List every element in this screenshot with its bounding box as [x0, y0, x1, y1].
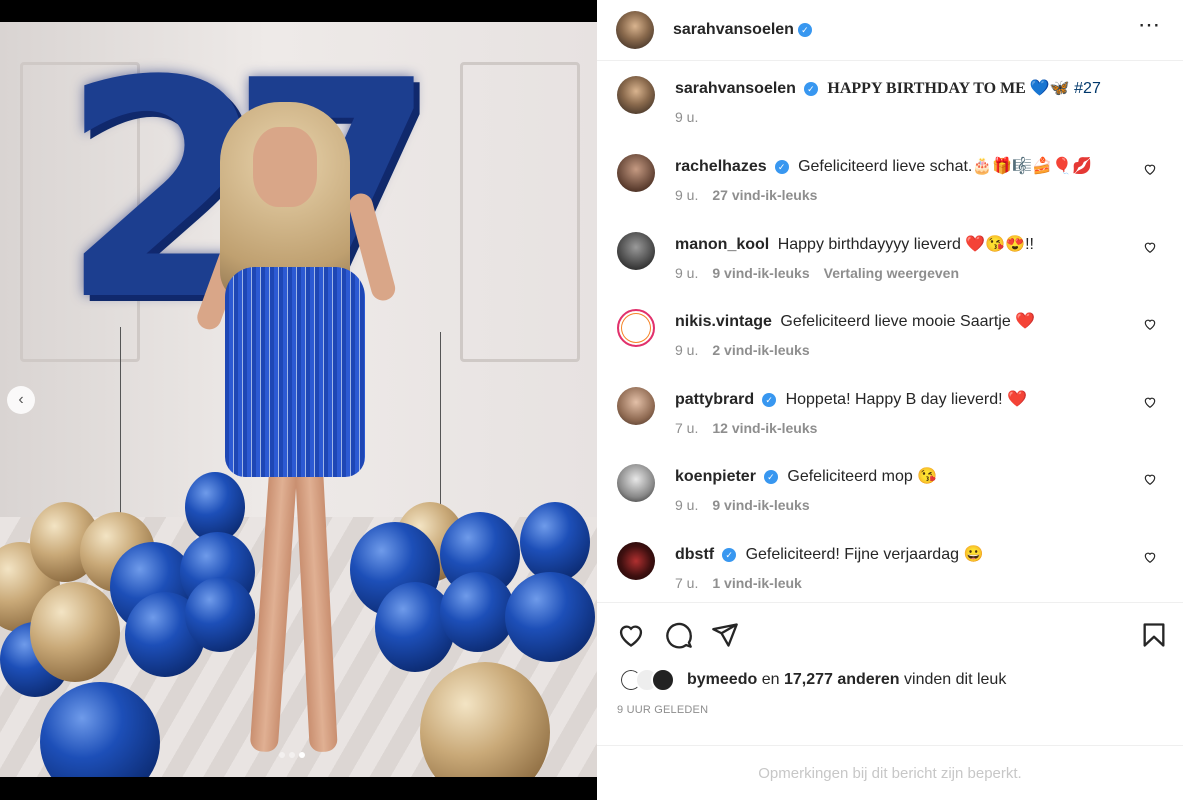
like-comment-heart-icon[interactable] [1143, 395, 1157, 409]
commenter-avatar[interactable] [617, 387, 655, 425]
photo-pane: 27 [0, 0, 597, 800]
verified-badge-icon: ✓ [762, 392, 777, 407]
balloon-string [120, 327, 121, 537]
commenter-username[interactable]: pattybrard [675, 391, 754, 408]
translate-link[interactable]: Vertaling weergeven [824, 265, 959, 281]
comments-limited-notice: Opmerkingen bij dit bericht zijn beperkt… [597, 745, 1183, 800]
caption-hashtag[interactable]: #27 [1074, 80, 1101, 97]
leg [294, 451, 338, 753]
caption-text: HAPPY BIRTHDAY TO ME 💙🦋 [827, 80, 1070, 97]
comment-text: Hoppeta! Happy B day lieverd! ❤️ [785, 391, 1027, 408]
post-side-panel: sarahvansoelen ✓ ⋯ sarahvansoelen ✓ HAPPY… [597, 0, 1183, 800]
carousel-prev-button[interactable]: ‹ [7, 386, 35, 414]
commenter-avatar[interactable] [617, 542, 655, 580]
comment-likes[interactable]: 9 vind-ik-leuks [712, 497, 809, 513]
chevron-left-icon: ‹ [18, 391, 24, 408]
comment-time: 9 u. [675, 342, 699, 358]
blue-balloon [505, 572, 595, 662]
share-paper-plane-icon[interactable] [711, 621, 739, 649]
comment-likes[interactable]: 1 vind-ik-leuk [712, 575, 801, 591]
carousel-dots [279, 752, 305, 758]
like-heart-icon[interactable] [617, 621, 645, 649]
caption-time: 9 u. [675, 109, 699, 125]
likes-text: bymeedo en 17,277 anderen vinden dit leu… [687, 671, 1006, 689]
verified-badge-icon: ✓ [797, 23, 812, 37]
carousel-dot [289, 752, 295, 758]
comment-text: Gefeliciteerd lieve schat.🎂🎁🎼🍰🎈💋 [798, 158, 1092, 175]
like-comment-heart-icon[interactable] [1143, 472, 1157, 486]
comment-likes[interactable]: 2 vind-ik-leuks [712, 342, 809, 358]
commenter-username[interactable]: koenpieter [675, 468, 756, 485]
comment-likes[interactable]: 12 vind-ik-leuks [712, 420, 817, 436]
verified-badge-icon: ✓ [763, 469, 778, 484]
comment-bubble-icon[interactable] [665, 621, 693, 649]
post-timestamp[interactable]: 9 UUR GELEDEN [617, 704, 708, 716]
verified-badge-icon: ✓ [722, 547, 737, 562]
person [193, 102, 398, 777]
post-header: sarahvansoelen ✓ ⋯ [597, 0, 1183, 61]
like-comment-heart-icon[interactable] [1143, 240, 1157, 254]
carousel-dot-active [299, 752, 305, 758]
verified-badge-icon: ✓ [774, 159, 789, 174]
comment-likes[interactable]: 27 vind-ik-leuks [712, 187, 817, 203]
comment-likes[interactable]: 9 vind-ik-leuks [712, 265, 809, 281]
leg [249, 451, 299, 753]
comment-time: 7 u. [675, 575, 699, 591]
commenter-username[interactable]: dbstf [675, 546, 714, 563]
like-comment-heart-icon[interactable] [1143, 162, 1157, 176]
liker-avatar [651, 668, 675, 692]
comments-list[interactable]: sarahvansoelen ✓ HAPPY BIRTHDAY TO ME 💙🦋 … [597, 62, 1183, 602]
post-photo: 27 [0, 22, 597, 777]
gold-balloon [30, 582, 120, 682]
commenter-avatar[interactable] [617, 232, 655, 270]
first-liker-username[interactable]: bymeedo [687, 671, 757, 688]
blue-balloon [440, 572, 515, 652]
instagram-post-modal: 27 [0, 0, 1183, 800]
likes-summary: bymeedo en 17,277 anderen vinden dit leu… [619, 666, 1006, 694]
author-avatar[interactable] [617, 76, 655, 114]
comment-text: Happy birthdayyyy lieverd ❤️😘😍!! [777, 236, 1034, 253]
commenter-username[interactable]: manon_kool [675, 236, 769, 253]
comment-time: 7 u. [675, 420, 699, 436]
commenter-username[interactable]: nikis.vintage [675, 313, 772, 330]
comment-time: 9 u. [675, 497, 699, 513]
author-username[interactable]: sarahvansoelen [673, 21, 794, 39]
commenter-avatar-story-ring[interactable] [617, 309, 655, 347]
comment-text: Gefeliciteerd! Fijne verjaardag 😀 [745, 546, 984, 563]
blue-balloon [520, 502, 590, 582]
others-count-link[interactable]: 17,277 anderen [784, 671, 900, 688]
comment-text: Gefeliciteerd mop 😘 [787, 468, 938, 485]
caption-username[interactable]: sarahvansoelen [675, 80, 796, 97]
more-options-icon[interactable]: ⋯ [1138, 12, 1161, 38]
carousel-dot [279, 752, 285, 758]
like-comment-heart-icon[interactable] [1143, 317, 1157, 331]
commenter-username[interactable]: rachelhazes [675, 158, 767, 175]
commenter-avatar[interactable] [617, 464, 655, 502]
comment-time: 9 u. [675, 187, 699, 203]
comment-text: Gefeliciteerd lieve mooie Saartje ❤️ [780, 313, 1036, 330]
commenter-avatar[interactable] [617, 154, 655, 192]
face [253, 127, 317, 207]
like-comment-heart-icon[interactable] [1143, 550, 1157, 564]
verified-badge-icon: ✓ [803, 81, 818, 96]
likes-suffix: vinden dit leuk [904, 671, 1007, 688]
likes-joiner: en [761, 671, 780, 688]
comment-time: 9 u. [675, 265, 699, 281]
balloon-string [440, 332, 441, 532]
blue-dress [225, 267, 365, 477]
wall-panel [460, 62, 580, 362]
save-bookmark-icon[interactable] [1140, 621, 1168, 649]
author-avatar[interactable] [616, 11, 654, 49]
post-actions [597, 602, 1183, 664]
